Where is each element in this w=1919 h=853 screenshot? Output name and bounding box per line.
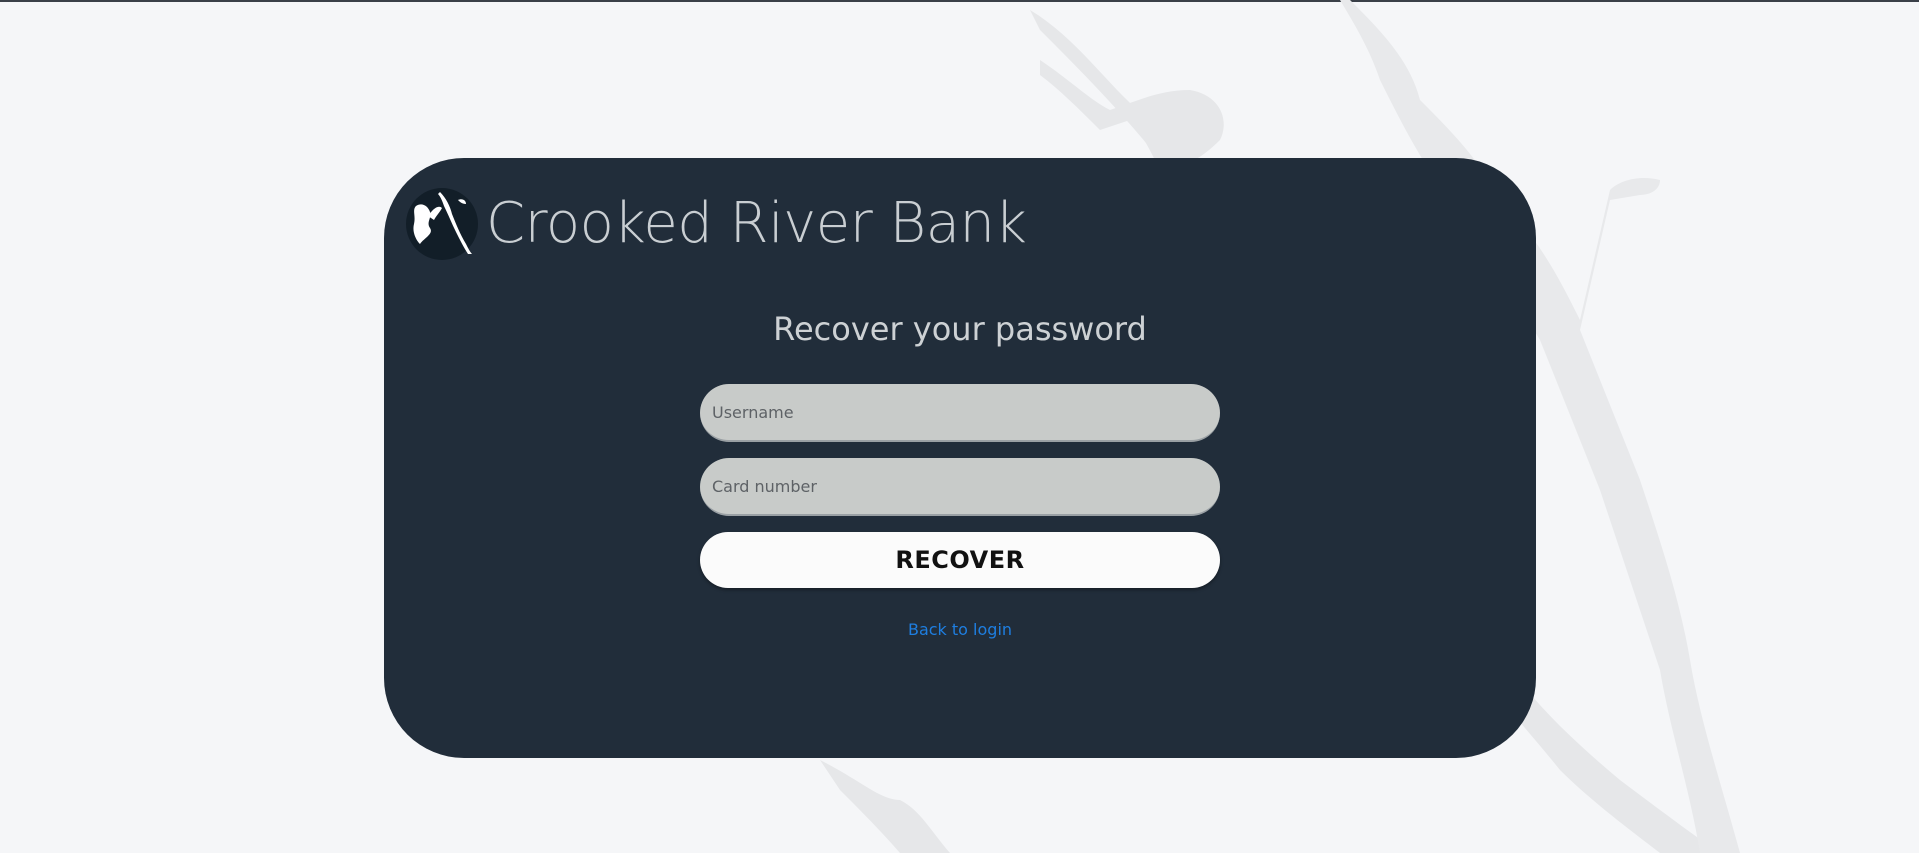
top-border [0, 0, 1919, 2]
river-logo-icon [406, 188, 478, 260]
page-title: Recover your password [773, 310, 1147, 348]
username-input[interactable] [700, 384, 1220, 442]
card-number-input[interactable] [700, 458, 1220, 516]
bank-name: Crooked River Bank [486, 191, 1027, 256]
brand-header: Crooked River Bank [406, 188, 1027, 260]
recovery-card: Crooked River Bank Recover your password… [384, 158, 1536, 758]
back-to-login-row: Back to login [384, 620, 1536, 639]
recover-button[interactable]: RECOVER [700, 532, 1220, 588]
back-to-login-link[interactable]: Back to login [908, 620, 1012, 639]
